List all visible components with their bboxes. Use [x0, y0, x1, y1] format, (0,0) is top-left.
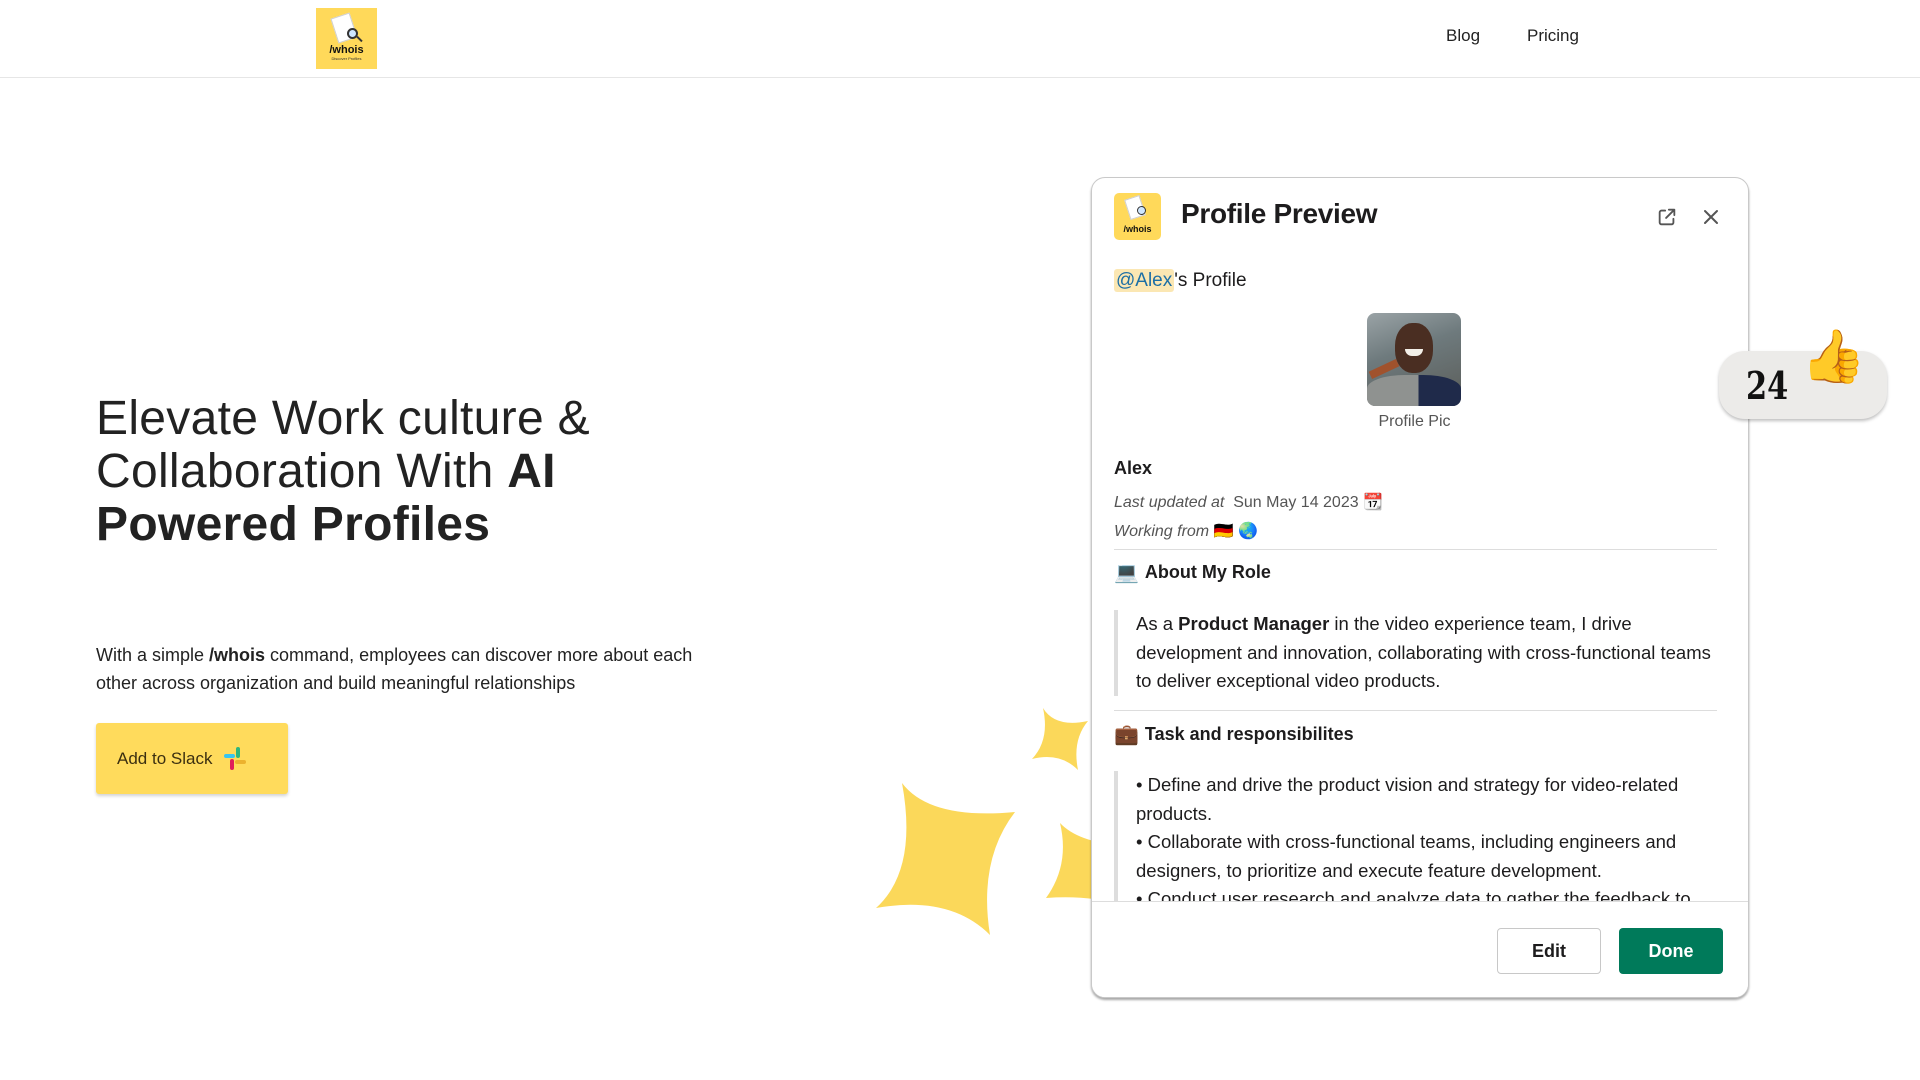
logo-tagline: Discover Profiles — [331, 56, 362, 61]
thumbs-up-icon: 👍 — [1801, 328, 1866, 386]
task-item: • Conduct user research and analyze data… — [1136, 888, 1691, 901]
modal-header: /whois Profile Preview — [1092, 178, 1748, 258]
task-item: • Collaborate with cross-functional team… — [1136, 831, 1677, 881]
profile-pic-caption: Profile Pic — [1378, 413, 1451, 430]
working-from-label: Working from — [1114, 523, 1210, 540]
external-link-button[interactable] — [1653, 203, 1681, 231]
profile-preview-modal: /whois Profile Preview @Alex's Profile P… — [1091, 177, 1749, 998]
briefcase-icon: 💼 — [1114, 723, 1139, 746]
profile-owner-line: @Alex's Profile — [1114, 269, 1247, 292]
profile-pic-block: Profile Pic — [1367, 313, 1462, 431]
divider — [1114, 710, 1717, 711]
magnifier-icon — [1137, 206, 1146, 215]
laptop-icon: 💻 — [1114, 561, 1139, 584]
desc-text: With a simple — [96, 645, 210, 665]
sparkle-stars-decoration — [876, 708, 1120, 935]
magnifier-handle — [356, 35, 363, 43]
modal-footer: Edit Done — [1092, 901, 1748, 997]
about-role-title: About My Role — [1144, 562, 1271, 582]
last-updated-label: Last updated at — [1114, 494, 1225, 511]
hero-description: With a simple /whois command, employees … — [96, 641, 736, 697]
close-icon — [1704, 210, 1718, 224]
whois-command: /whois — [209, 645, 266, 665]
sparkle-large — [876, 783, 1015, 935]
edit-button[interactable]: Edit — [1497, 928, 1601, 974]
top-navbar: /whois Discover Profiles Blog Pricing — [0, 0, 1920, 78]
thumbs-up-reaction[interactable]: 24 👍 — [1719, 331, 1887, 419]
profile-photo — [1367, 313, 1461, 406]
close-button[interactable] — [1697, 203, 1725, 231]
last-updated: Last updated at Sun May 14 2023 📆 — [1114, 492, 1383, 512]
about-role-heading: 💻 About My Role — [1114, 562, 1271, 583]
hero-title: Elevate Work culture & Collaboration Wit… — [96, 392, 616, 551]
about-role-text: As a Product Manager in the video experi… — [1114, 610, 1724, 696]
slack-logo-icon — [222, 746, 248, 772]
nav-blog-link[interactable]: Blog — [1446, 26, 1480, 46]
last-updated-value: Sun May 14 2023 — [1233, 494, 1359, 511]
task-item: • Define and drive the product vision an… — [1136, 774, 1679, 824]
divider — [1114, 549, 1717, 550]
reaction-count: 24 — [1746, 362, 1789, 408]
working-from: Working from 🇩🇪 🌏 — [1114, 521, 1258, 541]
about-text-start: As a — [1136, 613, 1179, 634]
external-link-icon — [1658, 208, 1676, 226]
germany-flag-globe-icon: 🇩🇪 🌏 — [1213, 523, 1258, 540]
profile-name: Alex — [1114, 458, 1153, 478]
calendar-icon: 📆 — [1363, 494, 1383, 511]
whois-app-icon: /whois — [1114, 193, 1161, 240]
modal-title: Profile Preview — [1181, 198, 1378, 229]
nav-pricing-link[interactable]: Pricing — [1527, 26, 1579, 46]
add-to-slack-button[interactable]: Add to Slack — [96, 723, 288, 794]
whois-logo[interactable]: /whois Discover Profiles — [316, 8, 377, 69]
user-mention[interactable]: @Alex — [1114, 269, 1175, 292]
done-button[interactable]: Done — [1619, 928, 1723, 974]
role-title: Product Manager — [1178, 613, 1330, 634]
tasks-list: • Define and drive the product vision an… — [1114, 771, 1724, 901]
add-to-slack-label: Add to Slack — [117, 748, 213, 768]
sparkle-small — [1032, 708, 1088, 770]
profile-suffix: 's Profile — [1174, 270, 1247, 291]
logo-wordmark: /whois — [329, 44, 364, 56]
app-icon-wordmark: /whois — [1123, 224, 1152, 234]
tasks-title: Task and responsibilites — [1144, 724, 1354, 744]
modal-body[interactable]: @Alex's Profile Profile Pic Alex Last up… — [1092, 258, 1748, 901]
tasks-heading: 💼 Task and responsibilites — [1114, 724, 1354, 745]
